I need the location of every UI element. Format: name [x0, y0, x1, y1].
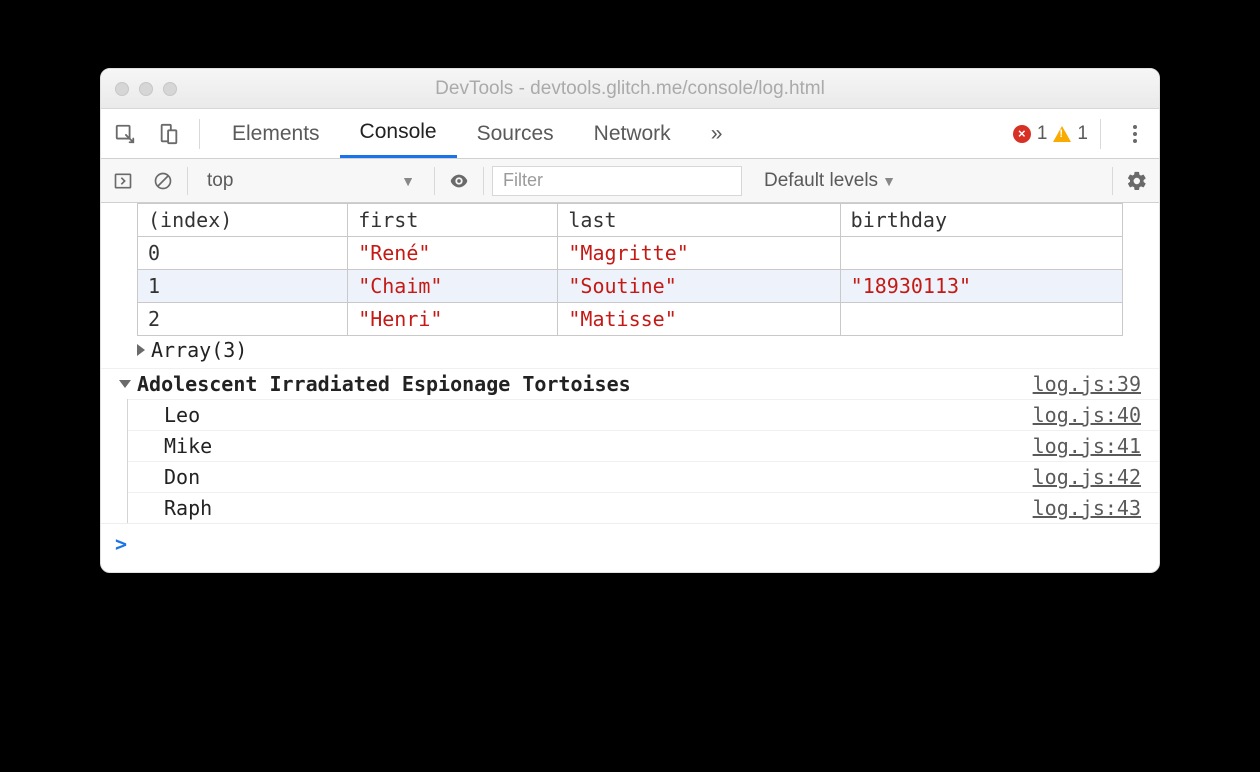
devtools-window: DevTools - devtools.glitch.me/console/lo… [100, 68, 1160, 573]
tabs-overflow-button[interactable]: » [691, 109, 743, 158]
chevron-right-icon[interactable] [137, 344, 145, 356]
console-settings-icon[interactable] [1121, 165, 1153, 197]
divider [483, 167, 484, 195]
tab-network[interactable]: Network [574, 109, 691, 158]
log-entry[interactable]: Raph log.js:43 [128, 492, 1159, 523]
error-count: 1 [1037, 123, 1048, 145]
filter-input[interactable] [492, 166, 742, 196]
more-menu-button[interactable] [1117, 116, 1153, 152]
console-output: (index) first last birthday 0 "René" "Ma… [101, 203, 1159, 572]
table-header-row: (index) first last birthday [138, 204, 1123, 237]
tab-sources[interactable]: Sources [457, 109, 574, 158]
col-first[interactable]: first [348, 204, 558, 237]
error-icon: × [1013, 125, 1031, 143]
source-link[interactable]: log.js:40 [1033, 403, 1141, 427]
levels-label: Default levels [764, 170, 878, 192]
titlebar: DevTools - devtools.glitch.me/console/lo… [101, 69, 1159, 109]
source-link[interactable]: log.js:39 [1033, 372, 1141, 396]
log-entry[interactable]: Don log.js:42 [128, 461, 1159, 492]
zoom-window-button[interactable] [163, 82, 177, 96]
clear-console-icon[interactable] [147, 165, 179, 197]
panel-tabs: Elements Console Sources Network » [212, 109, 742, 158]
minimize-window-button[interactable] [139, 82, 153, 96]
divider [434, 167, 435, 195]
context-label: top [207, 170, 233, 192]
console-toolbar: top ▼ Default levels ▼ [101, 159, 1159, 203]
log-entry[interactable]: Leo log.js:40 [128, 399, 1159, 430]
col-birthday[interactable]: birthday [840, 204, 1122, 237]
col-last[interactable]: last [558, 204, 840, 237]
live-expression-icon[interactable] [443, 165, 475, 197]
table-row[interactable]: 0 "René" "Magritte" [138, 237, 1123, 270]
device-toolbar-icon[interactable] [151, 116, 187, 152]
chevron-down-icon: ▼ [882, 173, 896, 189]
source-link[interactable]: log.js:43 [1033, 496, 1141, 520]
source-link[interactable]: log.js:42 [1033, 465, 1141, 489]
table-row[interactable]: 1 "Chaim" "Soutine" "18930113" [138, 270, 1123, 303]
prompt-caret-icon: > [115, 532, 127, 556]
window-title: DevTools - devtools.glitch.me/console/lo… [101, 78, 1159, 100]
divider [187, 167, 188, 195]
console-prompt[interactable]: > [101, 523, 1159, 564]
console-table[interactable]: (index) first last birthday 0 "René" "Ma… [137, 203, 1123, 336]
array-summary[interactable]: Array(3) [137, 338, 1123, 362]
chevron-down-icon: ▼ [401, 173, 415, 189]
log-levels-select[interactable]: Default levels ▼ [764, 170, 896, 192]
close-window-button[interactable] [115, 82, 129, 96]
table-row[interactable]: 2 "Henri" "Matisse" [138, 303, 1123, 336]
warning-count: 1 [1077, 123, 1088, 145]
execution-context-select[interactable]: top ▼ [196, 165, 426, 197]
tab-console[interactable]: Console [340, 109, 457, 158]
traffic-lights [115, 82, 177, 96]
col-index[interactable]: (index) [138, 204, 348, 237]
status-badges[interactable]: × 1 1 [1013, 123, 1088, 145]
inspect-element-icon[interactable] [107, 116, 143, 152]
main-tabbar: Elements Console Sources Network » × 1 1 [101, 109, 1159, 159]
toggle-console-sidebar-icon[interactable] [107, 165, 139, 197]
console-group-header[interactable]: Adolescent Irradiated Espionage Tortoise… [101, 368, 1159, 399]
source-link[interactable]: log.js:41 [1033, 434, 1141, 458]
tab-elements[interactable]: Elements [212, 109, 340, 158]
divider [199, 119, 200, 149]
chevron-down-icon[interactable] [119, 380, 131, 388]
warning-icon [1053, 126, 1071, 142]
log-entry[interactable]: Mike log.js:41 [128, 430, 1159, 461]
divider [1100, 119, 1101, 149]
group-label: Adolescent Irradiated Espionage Tortoise… [137, 372, 1033, 396]
console-group-children: Leo log.js:40 Mike log.js:41 Don log.js:… [127, 399, 1159, 523]
divider [1112, 167, 1113, 195]
